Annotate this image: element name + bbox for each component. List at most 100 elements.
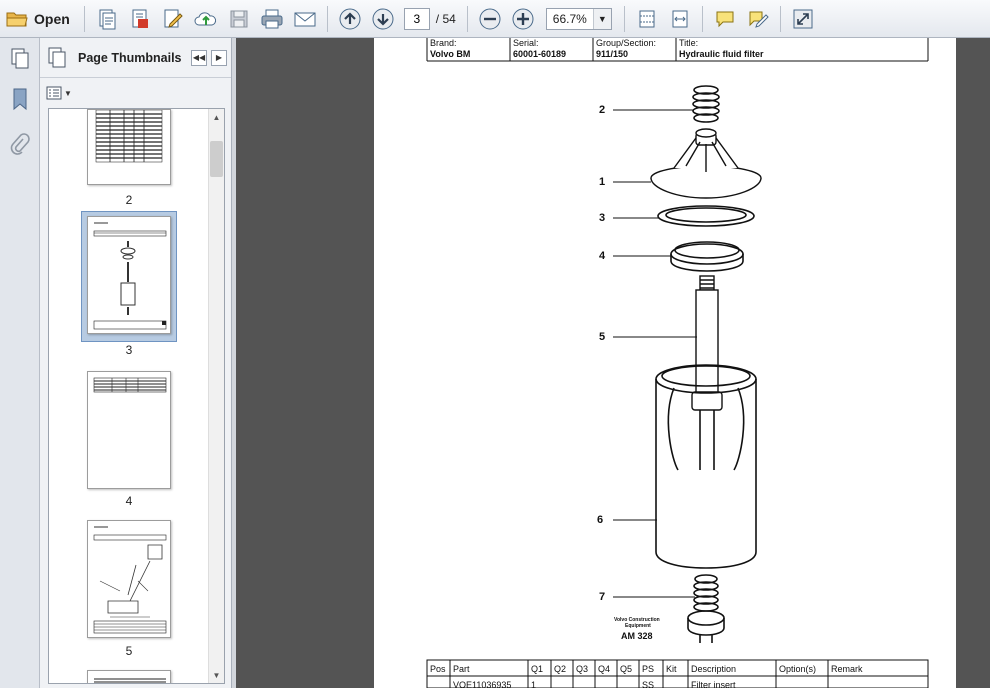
paperclip-icon: [10, 133, 30, 155]
collapse-panel-button[interactable]: ◀◀: [191, 49, 207, 66]
scroll-down-icon[interactable]: ▼: [209, 667, 224, 683]
thumbnail-label: 3: [125, 343, 133, 357]
title-value: Hydraulic fluid filter: [679, 49, 764, 59]
next-page-button[interactable]: [369, 5, 397, 33]
thumbnail-page-4[interactable]: [87, 371, 171, 489]
zoom-in-button[interactable]: [509, 5, 537, 33]
bookmarks-tab[interactable]: [8, 86, 32, 112]
brand-value: Volvo BM: [430, 49, 471, 59]
thumbnail-page-6[interactable]: [87, 670, 171, 683]
envelope-icon: [294, 12, 316, 26]
maker-line-2: Equipment: [625, 623, 651, 629]
fullscreen-button[interactable]: [789, 5, 817, 33]
figure-code: AM 328: [621, 631, 653, 641]
panel-header: Page Thumbnails ◀◀ ▶: [40, 38, 231, 78]
thumbnail-label: 4: [125, 494, 133, 508]
toolbar-divider: [701, 5, 703, 32]
hide-panel-button[interactable]: ▶: [211, 49, 227, 66]
page-preview: [95, 109, 163, 163]
thumbnail-options-button[interactable]: ▼: [46, 84, 74, 102]
cloud-upload-icon: [194, 11, 216, 25]
highlighter-pen-icon: [749, 11, 769, 28]
col-part: Part: [453, 664, 470, 674]
fit-page-button[interactable]: [633, 5, 661, 33]
toolbar-divider: [779, 5, 781, 32]
callout-7: 7: [599, 591, 606, 603]
callout-3: 3: [599, 212, 606, 224]
col-q1: Q1: [531, 664, 544, 674]
thumbnail-page-5[interactable]: [87, 520, 171, 638]
bookmark-icon: [13, 88, 27, 111]
open-button[interactable]: Open: [6, 5, 76, 33]
chevron-right-icon: ▶: [215, 53, 223, 62]
col-ps: PS: [642, 664, 655, 674]
thumbnail-list[interactable]: 2 3 4 5 ▲ ▼: [48, 108, 225, 684]
col-q4: Q4: [598, 664, 611, 674]
panel-toolbar: ▼: [40, 78, 231, 108]
page-preview: [93, 377, 167, 393]
group-label: Group/Section:: [596, 38, 657, 48]
print-button[interactable]: [258, 5, 286, 33]
page-preview: [94, 678, 166, 683]
serial-value: 60001-60189: [513, 49, 567, 59]
folder-icon: [6, 12, 28, 26]
comment-button[interactable]: [711, 5, 739, 33]
toolbar-divider: [466, 5, 468, 32]
printer-icon: [261, 9, 283, 28]
convert-pdf-button[interactable]: [126, 5, 154, 33]
page-total-label: / 54: [435, 11, 456, 26]
highlight-button[interactable]: [744, 5, 772, 33]
group-value: 911/150: [596, 49, 629, 59]
main-toolbar: Open / 54 66.7% ▼: [0, 0, 990, 38]
document-viewer[interactable]: Brand: Volvo BM Serial: 60001-60189 Grou…: [236, 38, 990, 688]
page-number-input[interactable]: [403, 7, 430, 30]
col-q2: Q2: [554, 664, 567, 674]
col-description: Description: [691, 664, 737, 674]
upload-button[interactable]: [192, 5, 220, 33]
create-pdf-button[interactable]: [93, 5, 121, 33]
previous-page-button[interactable]: [336, 5, 364, 33]
pages-icon: [48, 47, 66, 67]
plus-circle-icon: [512, 8, 534, 29]
save-disk-icon: [230, 10, 248, 27]
double-chevron-left-icon: ◀◀: [192, 53, 206, 62]
chevron-down-icon[interactable]: ▼: [592, 8, 611, 29]
row-part: VOE11036935: [453, 680, 512, 688]
email-button[interactable]: [291, 5, 319, 33]
page-thumbnails-tab[interactable]: [8, 46, 32, 72]
callout-2: 2: [599, 104, 606, 116]
row-q1: 1: [531, 680, 537, 688]
thumbnail-label: 5: [125, 644, 133, 658]
panel-title: Page Thumbnails: [78, 50, 182, 65]
save-button[interactable]: [225, 5, 253, 33]
thumbnail-label: 2: [125, 193, 133, 207]
pages-icon: [11, 48, 29, 69]
zoom-select[interactable]: 66.7% ▼: [545, 7, 612, 30]
minus-circle-icon: [479, 8, 501, 29]
create-pdf-icon: [99, 9, 116, 29]
arrow-up-icon: [339, 8, 361, 29]
title-label: Title:: [679, 38, 699, 48]
scrollbar-thumb[interactable]: [210, 141, 223, 177]
callout-5: 5: [599, 331, 606, 343]
attachments-tab[interactable]: [8, 132, 32, 158]
thumbnail-page-3[interactable]: [87, 216, 171, 334]
thumbnail-scrollbar[interactable]: ▲ ▼: [208, 109, 224, 683]
scroll-up-icon[interactable]: ▲: [209, 109, 224, 125]
convert-pdf-icon: [132, 9, 148, 28]
toolbar-divider: [83, 5, 85, 32]
document-page: Brand: Volvo BM Serial: 60001-60189 Grou…: [374, 38, 956, 688]
thumbnail-page-2[interactable]: [87, 109, 171, 185]
page-preview: [93, 526, 167, 634]
callout-6: 6: [597, 514, 604, 526]
zoom-out-button[interactable]: [476, 5, 504, 33]
fit-width-button[interactable]: [666, 5, 694, 33]
thumbnails-panel: Page Thumbnails ◀◀ ▶ ▼ 2 3 4 5 ▲ ▼: [40, 38, 232, 688]
zoom-value: 66.7%: [552, 11, 587, 26]
edit-pdf-button[interactable]: [159, 5, 187, 33]
serial-label: Serial:: [513, 38, 539, 48]
col-pos: Pos: [430, 664, 446, 674]
navigation-rail: [0, 38, 40, 688]
col-q3: Q3: [576, 664, 589, 674]
list-options-icon: [46, 86, 62, 100]
